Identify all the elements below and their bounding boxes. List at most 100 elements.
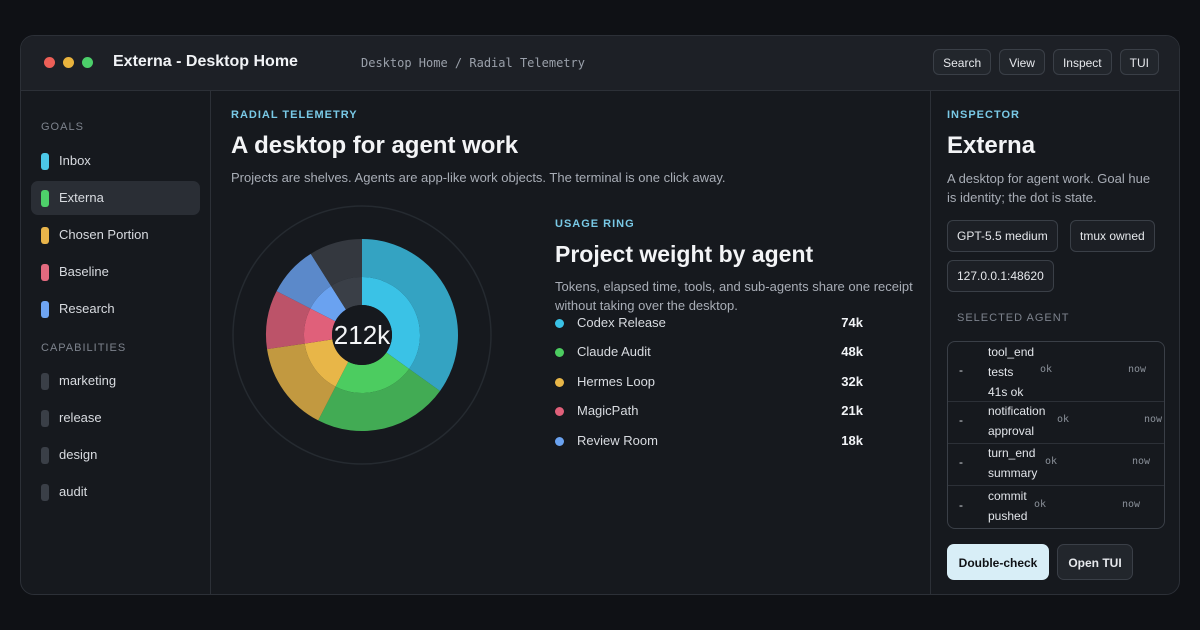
event-time: now [1132,456,1151,467]
main-panel: RADIAL TELEMETRY A desktop for agent wor… [211,91,929,594]
legend-value: 74k [841,315,863,330]
capability-swatch [41,484,49,501]
event-line: tests [988,365,1014,379]
page-subtitle: Projects are shelves. Agents are app-lik… [231,170,726,185]
goal-swatch [41,301,49,318]
capability-swatch [41,410,49,427]
toolbar: Search View Inspect TUI [933,49,1159,75]
legend-value: 18k [841,433,863,448]
sidebar: GOALS Inbox Externa Chosen Portion Basel… [21,91,211,594]
event-row[interactable]: - commit pushed ok now [948,485,1164,528]
event-line: tool_end [988,345,1035,359]
event-row[interactable]: - tool_end tests 41s ok ok now [948,342,1164,402]
breadcrumb: Desktop Home / Radial Telemetry [361,56,585,70]
legend-value: 21k [841,403,863,418]
title-bar: Externa - Desktop Home Desktop Home / Ra… [21,36,1179,91]
event-row[interactable]: - notification approval ok now [948,401,1164,444]
capability-swatch [41,447,49,464]
inspector-panel: INSPECTOR Externa A desktop for agent wo… [930,91,1179,594]
sidebar-item-marketing[interactable]: marketing [31,364,200,398]
double-check-button[interactable]: Double-check [947,544,1049,580]
legend-label: Claude Audit [577,344,651,359]
legend-dot [555,319,564,328]
model-chip[interactable]: GPT-5.5 medium [947,220,1058,252]
event-label: notification approval [988,401,1048,441]
goal-swatch [41,153,49,170]
goal-swatch [41,227,49,244]
event-line: approval [988,424,1035,438]
event-dash: - [959,455,963,469]
search-button[interactable]: Search [933,49,992,75]
sidebar-item-audit[interactable]: audit [31,475,200,509]
sidebar-item-baseline[interactable]: Baseline [31,255,200,289]
event-time: now [1128,364,1147,375]
inspector-title: Externa [947,132,1036,159]
event-label: tool_end tests 41s ok [988,342,1048,402]
event-line: 41s ok [988,385,1024,399]
legend-dot [555,437,564,446]
event-status: ok [1034,499,1047,510]
event-dash: - [959,363,963,377]
legend-item-magicpath[interactable]: MagicPath 21k [555,402,863,422]
sidebar-item-label: Chosen Portion [59,227,149,242]
event-label: turn_end summary [988,443,1048,483]
sidebar-item-label: Externa [59,190,104,205]
sidebar-item-label: marketing [59,373,117,388]
tmux-chip[interactable]: tmux owned [1070,220,1155,252]
event-status: ok [1045,456,1058,467]
sidebar-item-label: Baseline [59,264,109,279]
minimize-dot[interactable] [63,57,74,68]
usage-ring-chart[interactable] [230,203,494,467]
close-dot[interactable] [44,57,55,68]
legend-value: 32k [841,374,863,389]
inspector-eyebrow: INSPECTOR [947,109,1020,121]
legend-label: Codex Release [577,315,666,330]
goal-swatch [41,190,49,207]
inspector-description: A desktop for agent work. Goal hue is id… [947,171,1151,205]
legend-value: 48k [841,344,863,359]
usage-title: Project weight by agent [555,241,814,267]
legend-item-claude-audit[interactable]: Claude Audit 48k [555,343,863,363]
event-status: ok [1057,414,1070,425]
view-button[interactable]: View [999,49,1045,75]
sidebar-item-research[interactable]: Research [31,292,200,326]
inspect-button[interactable]: Inspect [1052,49,1112,75]
legend-dot [555,407,564,416]
sidebar-item-label: Inbox [59,153,91,168]
sidebar-item-inbox[interactable]: Inbox [31,144,200,178]
section-eyebrow: RADIAL TELEMETRY [231,109,358,121]
legend-item-hermes-loop[interactable]: Hermes Loop 32k [555,373,863,393]
event-dash: - [959,498,963,512]
legend-item-review-room[interactable]: Review Room 18k [555,432,863,452]
open-tui-button[interactable]: Open TUI [1057,544,1133,580]
legend-dot [555,348,564,357]
legend-item-codex-release[interactable]: Codex Release 74k [555,314,863,334]
usage-description: Tokens, elapsed time, tools, and sub-age… [555,279,913,313]
event-time: now [1144,414,1163,425]
app-window: Externa - Desktop Home Desktop Home / Ra… [20,35,1180,595]
legend-label: Hermes Loop [577,374,656,389]
maximize-dot[interactable] [82,57,93,68]
sidebar-item-label: release [59,410,102,425]
selected-agent-heading: SELECTED AGENT [957,312,1070,324]
sidebar-item-label: design [59,447,98,462]
sidebar-item-label: Research [59,301,115,316]
event-status: ok [1040,364,1053,375]
legend-dot [555,378,564,387]
capability-swatch [41,373,49,390]
window-controls [44,57,93,68]
sidebar-item-externa[interactable]: Externa [31,181,200,215]
event-row[interactable]: - turn_end summary ok now [948,443,1164,486]
event-line: notification [988,404,1046,418]
event-dash: - [959,413,963,427]
sidebar-item-chosen-portion[interactable]: Chosen Portion [31,218,200,252]
sidebar-item-release[interactable]: release [31,401,200,435]
usage-eyebrow: USAGE RING [555,218,635,230]
address-chip[interactable]: 127.0.0.1:48620 [947,260,1054,292]
app-title: Externa - Desktop Home [113,53,298,70]
event-time: now [1122,499,1141,510]
sidebar-item-design[interactable]: design [31,438,200,472]
tui-button[interactable]: TUI [1119,49,1159,75]
page-title: A desktop for agent work [231,132,519,159]
legend-label: Review Room [577,433,658,448]
